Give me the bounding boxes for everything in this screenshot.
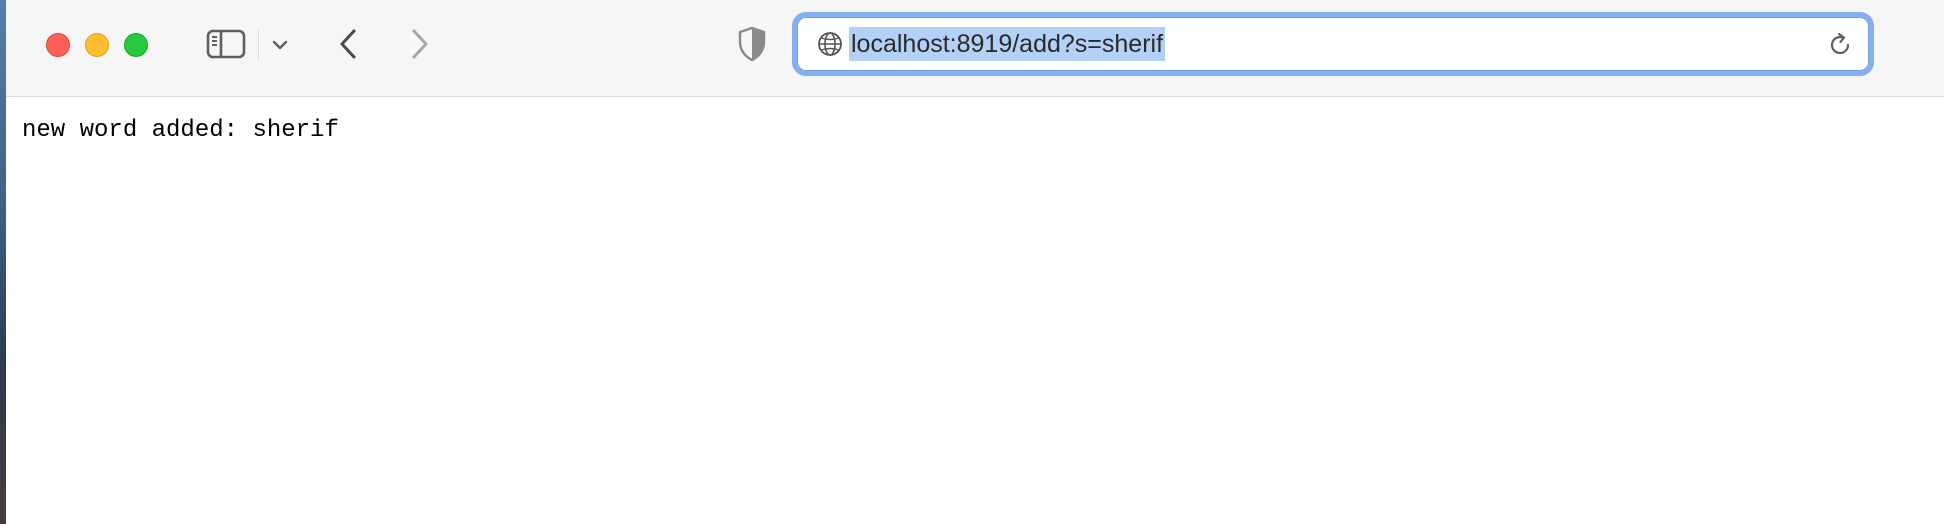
maximize-window-button[interactable] xyxy=(124,33,148,57)
url-field[interactable]: localhost:8919/add?s=sherif xyxy=(849,27,1166,61)
globe-icon xyxy=(818,32,842,56)
sidebar-toggle-button[interactable] xyxy=(200,24,252,64)
sidebar-menu-button[interactable] xyxy=(262,30,298,60)
chevron-down-icon xyxy=(272,40,288,50)
address-bar[interactable]: localhost:8919/add?s=sherif xyxy=(792,12,1874,76)
back-button[interactable] xyxy=(328,24,368,64)
browser-toolbar: localhost:8919/add?s=sherif xyxy=(6,0,1944,97)
reload-button[interactable] xyxy=(1825,30,1855,60)
toolbar-separator xyxy=(258,30,259,60)
forward-button[interactable] xyxy=(400,24,440,64)
minimize-window-button[interactable] xyxy=(85,33,109,57)
page-content: new word added: sherif xyxy=(6,97,1944,524)
privacy-report-button[interactable] xyxy=(732,24,772,64)
page-body-text: new word added: sherif xyxy=(22,117,339,144)
close-window-button[interactable] xyxy=(46,33,70,57)
sidebar-icon xyxy=(206,29,246,59)
browser-window: localhost:8919/add?s=sherif new word add… xyxy=(6,0,1944,524)
url-text: localhost:8919/add?s=sherif xyxy=(849,27,1166,61)
chevron-right-icon xyxy=(412,29,428,59)
reload-icon xyxy=(1830,32,1850,55)
shield-icon xyxy=(738,26,766,62)
chevron-left-icon xyxy=(340,29,356,59)
